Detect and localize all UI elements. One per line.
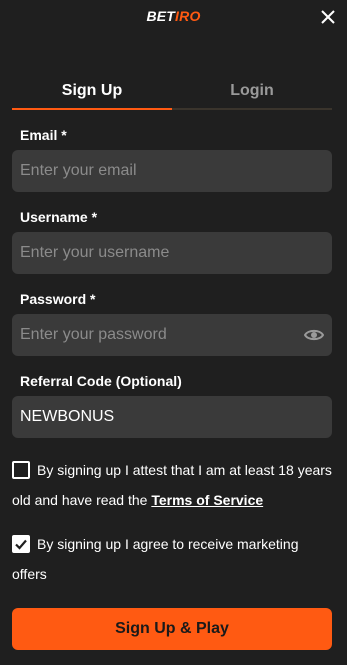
betiro-logo: BETIRO bbox=[0, 8, 347, 24]
password-field[interactable] bbox=[20, 314, 290, 356]
referral-label: Referral Code (Optional) bbox=[20, 373, 182, 389]
email-field[interactable] bbox=[20, 150, 324, 192]
password-label: Password * bbox=[20, 291, 96, 307]
referral-field-wrapper bbox=[12, 396, 332, 438]
auth-tabs: Sign Up Login bbox=[12, 74, 332, 110]
tab-sign-up[interactable]: Sign Up bbox=[12, 74, 172, 110]
eye-icon[interactable] bbox=[304, 326, 324, 344]
checkmark-icon bbox=[15, 539, 27, 550]
age-consent-row: By signing up I attest that I am at leas… bbox=[12, 461, 332, 515]
age-consent-checkbox[interactable] bbox=[12, 461, 30, 479]
close-icon[interactable] bbox=[319, 8, 337, 26]
logo-part-bet: BET bbox=[146, 8, 176, 24]
sign-up-and-play-button[interactable]: Sign Up & Play bbox=[12, 608, 332, 650]
marketing-consent-row: By signing up I agree to receive marketi… bbox=[12, 535, 332, 589]
referral-code-field[interactable] bbox=[20, 396, 324, 438]
header: BETIRO bbox=[0, 0, 347, 36]
age-consent-text: By signing up I attest that I am at leas… bbox=[12, 455, 332, 515]
email-label: Email * bbox=[20, 127, 67, 143]
marketing-consent-text: By signing up I agree to receive marketi… bbox=[12, 536, 299, 582]
logo-part-iro: IRO bbox=[175, 8, 201, 24]
email-field-wrapper bbox=[12, 150, 332, 192]
marketing-consent-checkbox[interactable] bbox=[12, 535, 30, 553]
username-field[interactable] bbox=[20, 232, 324, 274]
username-field-wrapper bbox=[12, 232, 332, 274]
username-label: Username * bbox=[20, 209, 98, 225]
terms-of-service-link[interactable]: Terms of Service bbox=[151, 492, 263, 508]
tab-login[interactable]: Login bbox=[172, 74, 332, 110]
password-field-wrapper bbox=[12, 314, 332, 356]
